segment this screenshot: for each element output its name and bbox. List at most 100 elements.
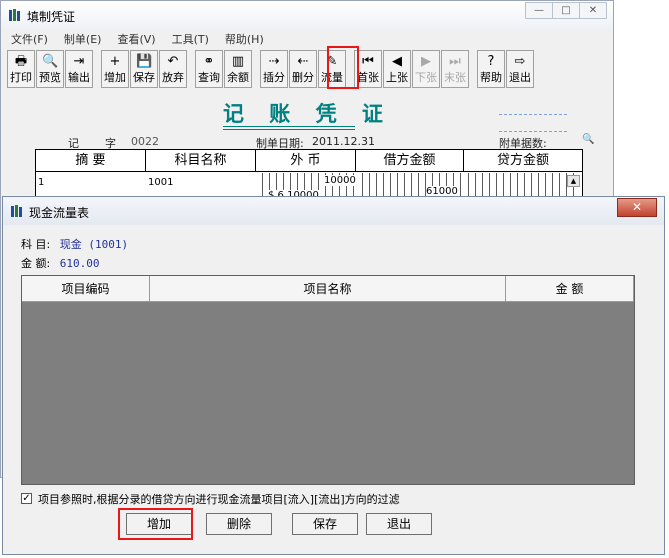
filter-direction-label: 项目参照时,根据分录的借贷方向进行现金流量项目[流入][流出]方向的过滤 [38, 493, 400, 506]
col-debit: 借方金额 [356, 150, 464, 172]
binoculars-icon: ⚭ [203, 54, 215, 69]
toolbar-next-button[interactable]: ▶ 下张 [412, 50, 440, 88]
add-icon: + [109, 54, 121, 69]
toolbar-label: 保存 [133, 71, 155, 84]
highlight-flow-button [327, 46, 359, 89]
maximize-button[interactable]: □ [552, 2, 580, 19]
voucher-number[interactable]: 0022 [131, 135, 159, 148]
cash-flow-dialog-titlebar[interactable]: 现金流量表 ✕ [3, 197, 664, 225]
menu-tools[interactable]: 工具(T) [164, 31, 217, 48]
voucher-title: 记 账 凭 证 [223, 101, 392, 126]
toolbar-insert-row-button[interactable]: ⇢ 插分 [260, 50, 288, 88]
toolbar-delete-row-button[interactable]: ⇠ 删分 [289, 50, 317, 88]
toolbar-label: 末张 [444, 71, 466, 84]
title-underline [223, 126, 355, 127]
menu-voucher[interactable]: 制单(E) [56, 31, 110, 48]
delete-row-icon: ⇠ [297, 54, 309, 69]
toolbar-printer-button[interactable]: 🖶 打印 [7, 50, 35, 88]
exit-button[interactable]: 退出 [366, 513, 432, 535]
menu-view[interactable]: 查看(V) [109, 31, 163, 48]
col-item-name: 项目名称 [150, 276, 506, 302]
toolbar-label: 放弃 [162, 71, 184, 84]
menu-bar: 文件(F) 制单(E) 查看(V) 工具(T) 帮助(H) [3, 31, 611, 48]
toolbar-label: 打印 [10, 71, 32, 84]
first-icon: ⏮ [362, 54, 374, 69]
toolbar-last-button[interactable]: ⏭ 末张 [441, 50, 469, 88]
undo-icon: ↶ [167, 54, 179, 69]
amount-value: 610.00 [59, 257, 100, 270]
toolbar-exit-button[interactable]: ⇨ 退出 [506, 50, 534, 88]
subject-label: 科 目: [21, 238, 51, 251]
toolbar-label: 上张 [386, 71, 408, 84]
toolbar-separator [188, 50, 195, 90]
insert-row-icon: ⇢ [268, 54, 280, 69]
filter-direction-checkbox[interactable]: ✓ [21, 493, 32, 504]
scroll-up-button[interactable]: ▲ [567, 175, 580, 187]
col-summary: 摘 要 [36, 150, 146, 172]
save-button[interactable]: 保存 [292, 513, 358, 535]
toolbar-prev-button[interactable]: ◀ 上张 [383, 50, 411, 88]
dashed-divider [499, 131, 567, 132]
toolbar-label: 增加 [104, 71, 126, 84]
help-icon: ? [487, 54, 495, 69]
amount-label: 金 额: [21, 257, 51, 270]
toolbar-separator [94, 50, 101, 90]
delete-button[interactable]: 删除 [206, 513, 272, 535]
toolbar-bar-chart-button[interactable]: ▥ 余额 [224, 50, 252, 88]
account-cell[interactable]: 1001 [148, 177, 173, 188]
exit-icon: ⇨ [514, 54, 526, 69]
menu-file[interactable]: 文件(F) [3, 31, 56, 48]
books-icon [11, 205, 22, 217]
toolbar-label: 查询 [198, 71, 220, 84]
toolbar-undo-button[interactable]: ↶ 放弃 [159, 50, 187, 88]
voucher-date[interactable]: 2011.12.31 [312, 135, 375, 148]
export-icon: ⇥ [73, 54, 85, 69]
toolbar-export-button[interactable]: ⇥ 输出 [65, 50, 93, 88]
toolbar-label: 帮助 [480, 71, 502, 84]
toolbar-label: 删分 [292, 71, 314, 84]
toolbar-separator [470, 50, 477, 90]
save-icon: 💾 [136, 54, 153, 69]
col-item-code: 项目编码 [22, 276, 150, 302]
books-icon [9, 9, 20, 21]
toolbar-label: 预览 [39, 71, 61, 84]
toolbar-label: 首张 [357, 71, 379, 84]
search-icon[interactable]: 🔍 [582, 134, 596, 146]
toolbar-label: 插分 [263, 71, 285, 84]
voucher-entry-grid[interactable]: 摘 要 科目名称 外 币 借方金额 贷方金额 1 1001 10000 $ 6.… [35, 149, 583, 201]
next-icon: ▶ [421, 54, 431, 69]
dashed-divider [499, 114, 567, 115]
menu-help[interactable]: 帮助(H) [217, 31, 272, 48]
toolbar-add-button[interactable]: + 增加 [101, 50, 129, 88]
voucher-window-titlebar[interactable]: 填制凭证 — □ ✕ [1, 1, 613, 29]
toolbar-label: 下张 [415, 71, 437, 84]
toolbar-binoculars-button[interactable]: ⚭ 查询 [195, 50, 223, 88]
last-icon: ⏭ [449, 54, 461, 69]
bar-chart-icon: ▥ [231, 54, 245, 69]
close-button[interactable]: ✕ [579, 2, 607, 19]
cash-flow-dialog-title: 现金流量表 [29, 206, 90, 220]
toolbar: 🖶 打印 🔍 预览 ⇥ 输出 + 增加 💾 保存 ↶ 放弃 ⚭ 查询 ▥ 余额 ⇢ 插分 ⇠ 删分 ✎ 流量 ⏮ 首张 ◀ 上张 ▶… [7, 50, 535, 90]
toolbar-help-button[interactable]: ? 帮助 [477, 50, 505, 88]
fx-amount-cell[interactable]: 10000 [324, 175, 356, 186]
col-account: 科目名称 [146, 150, 256, 172]
voucher-window-title: 填制凭证 [27, 10, 76, 24]
toolbar-label: 退出 [509, 71, 531, 84]
cash-flow-item-list[interactable]: 项目编码 项目名称 金 额 [21, 275, 635, 485]
toolbar-preview-button[interactable]: 🔍 预览 [36, 50, 64, 88]
title-underline [223, 129, 355, 130]
minimize-button[interactable]: — [525, 2, 553, 19]
printer-icon: 🖶 [14, 54, 28, 69]
preview-icon: 🔍 [42, 54, 59, 69]
col-amount: 金 额 [506, 276, 634, 302]
toolbar-save-button[interactable]: 💾 保存 [130, 50, 158, 88]
toolbar-label: 余额 [227, 71, 249, 84]
cash-flow-dialog: 现金流量表 ✕ 科 目: 现金 (1001) 金 额: 610.00 项目编码 … [2, 196, 665, 555]
summary-cell[interactable]: 1 [38, 177, 44, 188]
prev-icon: ◀ [392, 54, 402, 69]
subject-value: 现金 (1001) [59, 238, 129, 251]
dialog-close-button[interactable]: ✕ [617, 198, 657, 217]
amount-field: 金 额: 610.00 [21, 255, 99, 271]
subject-field: 科 目: 现金 (1001) [21, 236, 128, 252]
highlight-add-button [118, 508, 193, 540]
